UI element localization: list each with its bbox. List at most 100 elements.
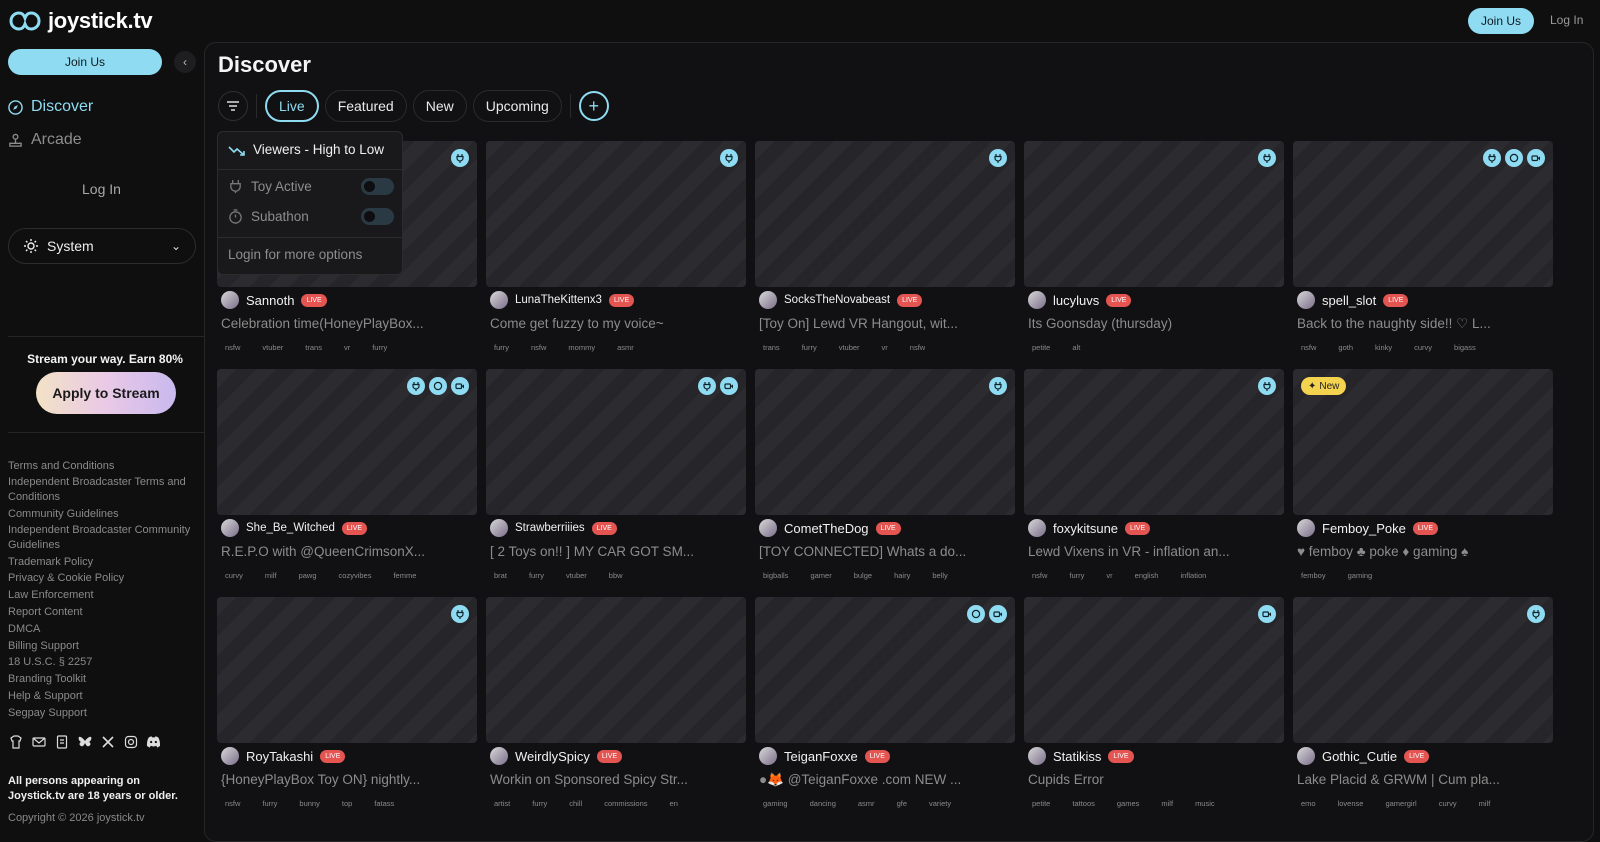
stream-card[interactable]: CometTheDog LIVE [TOY CONNECTED] Whats a d… xyxy=(755,369,1015,591)
streamer-name[interactable]: Sannoth xyxy=(246,293,294,308)
avatar[interactable] xyxy=(759,291,777,309)
logo[interactable]: joystick.tv xyxy=(8,8,153,34)
tag[interactable]: furry xyxy=(372,343,387,352)
stream-card[interactable]: spell_slot LIVE Back to the naughty side!!… xyxy=(1293,141,1553,363)
tag[interactable]: english xyxy=(1135,571,1159,580)
document-icon[interactable] xyxy=(54,734,69,749)
tag[interactable]: petite xyxy=(1032,343,1050,352)
streamer-name[interactable]: WeirdlySpicy xyxy=(515,749,590,764)
tag[interactable]: pawg xyxy=(299,571,317,580)
tag[interactable]: top xyxy=(342,799,352,808)
tag[interactable]: asmr xyxy=(617,343,634,352)
footer-link[interactable]: Independent Broadcaster Terms and Condit… xyxy=(8,475,198,505)
stream-thumbnail[interactable] xyxy=(1024,597,1284,743)
stream-thumbnail[interactable] xyxy=(1024,141,1284,287)
collapse-sidebar-button[interactable]: ‹ xyxy=(174,51,196,73)
join-us-button[interactable]: Join Us xyxy=(1468,8,1534,34)
add-tab-button[interactable]: + xyxy=(578,91,609,121)
tag[interactable]: nsfw xyxy=(225,799,240,808)
tag[interactable]: lovense xyxy=(1338,799,1364,808)
tag[interactable]: milf xyxy=(1161,799,1173,808)
tab-featured[interactable]: Featured xyxy=(324,90,407,122)
tag[interactable]: gfe xyxy=(897,799,907,808)
tag[interactable]: variety xyxy=(929,799,951,808)
stream-thumbnail[interactable]: ✦ New xyxy=(1293,369,1553,515)
stream-card[interactable]: lucyluvs LIVE Its Goonsday (thursday) petit… xyxy=(1024,141,1284,363)
stream-thumbnail[interactable] xyxy=(1293,597,1553,743)
avatar[interactable] xyxy=(221,747,239,765)
footer-link[interactable]: Independent Broadcaster Community Guidel… xyxy=(8,523,198,553)
stream-thumbnail[interactable] xyxy=(486,141,746,287)
stream-card[interactable]: Strawberriiies LIVE [ 2 Toys on!! ] MY CAR… xyxy=(486,369,746,591)
instagram-icon[interactable] xyxy=(123,734,138,749)
sidebar-login-link[interactable]: Log In xyxy=(82,181,121,197)
discord-icon[interactable] xyxy=(146,734,161,749)
streamer-name[interactable]: Strawberriiies xyxy=(515,522,585,534)
stream-title[interactable]: [Toy On] Lewd VR Hangout, wit... xyxy=(759,316,1014,331)
tag[interactable]: tattoos xyxy=(1072,799,1095,808)
tag[interactable]: vtuber xyxy=(262,343,283,352)
tag[interactable]: nsfw xyxy=(1301,343,1316,352)
stream-card[interactable]: ✦ New Femboy_Poke LIVE ♥ femboy ♣ poke ♦ gam… xyxy=(1293,369,1553,591)
tag[interactable]: gamergirl xyxy=(1385,799,1416,808)
footer-link[interactable]: Trademark Policy xyxy=(8,554,198,571)
bluesky-icon[interactable] xyxy=(77,734,92,749)
stream-thumbnail[interactable] xyxy=(755,369,1015,515)
tag[interactable]: vr xyxy=(882,343,888,352)
tag[interactable]: hairy xyxy=(894,571,910,580)
tag[interactable]: nsfw xyxy=(1032,571,1047,580)
stream-title[interactable]: ♥ femboy ♣ poke ♦ gaming ♠ xyxy=(1297,544,1552,559)
streamer-name[interactable]: Gothic_Cutie xyxy=(1322,749,1397,764)
avatar[interactable] xyxy=(221,291,239,309)
tag[interactable]: emo xyxy=(1301,799,1316,808)
footer-link[interactable]: Terms and Conditions xyxy=(8,458,198,475)
toy-active-toggle[interactable] xyxy=(361,178,394,195)
stream-title[interactable]: Back to the naughty side!! ♡ L... xyxy=(1297,316,1552,332)
avatar[interactable] xyxy=(1297,519,1315,537)
footer-link[interactable]: Billing Support xyxy=(8,638,198,655)
footer-link[interactable]: Branding Toolkit xyxy=(8,671,198,688)
tag[interactable]: milf xyxy=(265,571,277,580)
stream-title[interactable]: Its Goonsday (thursday) xyxy=(1028,316,1283,331)
tag[interactable]: vr xyxy=(344,343,350,352)
tag[interactable]: femboy xyxy=(1301,571,1326,580)
tag[interactable]: milf xyxy=(1479,799,1491,808)
footer-link[interactable]: Help & Support xyxy=(8,688,198,705)
footer-link[interactable]: Report Content xyxy=(8,604,198,621)
tag[interactable]: goth xyxy=(1338,343,1353,352)
tag[interactable]: furry xyxy=(802,343,817,352)
tag[interactable]: trans xyxy=(763,343,780,352)
avatar[interactable] xyxy=(759,519,777,537)
avatar[interactable] xyxy=(1028,291,1046,309)
tag[interactable]: furry xyxy=(494,343,509,352)
tab-new[interactable]: New xyxy=(412,90,467,122)
tag[interactable]: furry xyxy=(532,799,547,808)
tag[interactable]: bigballs xyxy=(763,571,788,580)
streamer-name[interactable]: foxykitsune xyxy=(1053,521,1118,536)
stream-thumbnail[interactable] xyxy=(1293,141,1553,287)
stream-card[interactable]: foxykitsune LIVE Lewd Vixens in VR - infla… xyxy=(1024,369,1284,591)
stream-title[interactable]: ●🦊 @TeiganFoxxe .com NEW ... xyxy=(759,772,1014,788)
tag[interactable]: gaming xyxy=(1348,571,1373,580)
tag[interactable]: brat xyxy=(494,571,507,580)
tag[interactable]: petite xyxy=(1032,799,1050,808)
avatar[interactable] xyxy=(1297,291,1315,309)
stream-title[interactable]: Cupids Error xyxy=(1028,772,1283,787)
streamer-name[interactable]: She_Be_Witched xyxy=(246,522,335,534)
tag[interactable]: curvy xyxy=(1439,799,1457,808)
merch-icon[interactable] xyxy=(8,734,23,749)
login-for-more-options[interactable]: Login for more options xyxy=(228,247,362,262)
avatar[interactable] xyxy=(490,747,508,765)
streamer-name[interactable]: RoyTakashi xyxy=(246,749,313,764)
stream-card[interactable]: SocksTheNovabeast LIVE [Toy On] Lewd VR Ha… xyxy=(755,141,1015,363)
avatar[interactable] xyxy=(490,519,508,537)
footer-link[interactable]: Community Guidelines xyxy=(8,506,198,523)
tag[interactable]: trans xyxy=(305,343,322,352)
footer-link[interactable]: Segpay Support xyxy=(8,705,198,722)
sidebar-join-button[interactable]: Join Us xyxy=(8,49,162,75)
stream-title[interactable]: {HoneyPlayBox Toy ON} nightly... xyxy=(221,772,476,787)
tag[interactable]: alt xyxy=(1072,343,1080,352)
streamer-name[interactable]: Femboy_Poke xyxy=(1322,521,1406,536)
tag[interactable]: music xyxy=(1195,799,1215,808)
streamer-name[interactable]: Statikiss xyxy=(1053,749,1101,764)
